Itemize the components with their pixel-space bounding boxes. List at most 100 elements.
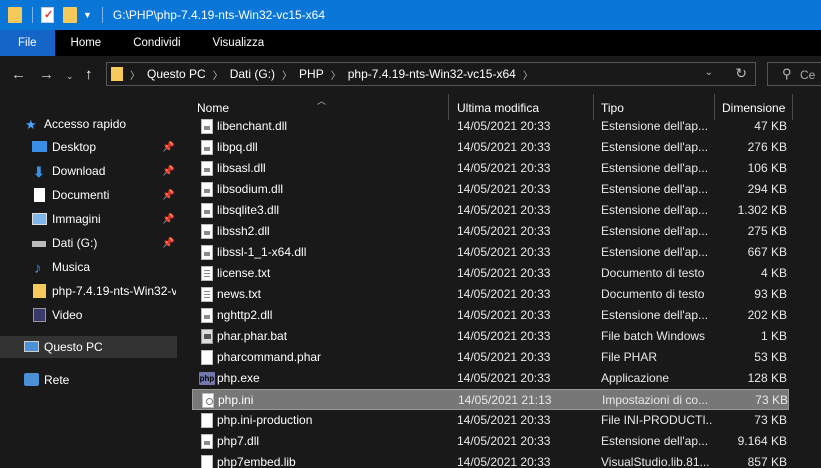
file-row[interactable]: license.txt 14/05/2021 20:33 Documento di …	[192, 263, 789, 284]
file-type: Applicazione	[601, 371, 670, 385]
file-row[interactable]: libssl-1_1-x64.dll 14/05/2021 20:33 Estens…	[192, 242, 789, 263]
file-date: 14/05/2021 20:33	[457, 329, 551, 343]
forward-arrow-icon[interactable]: →	[39, 66, 54, 83]
breadcrumb-separator-icon[interactable]: 〉	[282, 67, 292, 82]
file-row[interactable]: news.txt 14/05/2021 20:33 Documento di tes…	[192, 284, 789, 305]
file-size: 9.164 KB	[737, 434, 787, 448]
search-input[interactable]: ⚲ Ce	[767, 62, 821, 86]
sidebar-item-immagini[interactable]: Immagini 📌	[0, 208, 177, 230]
file-row[interactable]: php.ini 14/05/2021 21:13 Impostazioni di c…	[192, 389, 789, 410]
breadcrumb-questo-pc[interactable]: Questo PC	[147, 67, 206, 81]
sidebar-item-dati-g[interactable]: Dati (G:) 📌	[0, 232, 177, 254]
sidebar-item-musica[interactable]: ♪ Musica	[0, 256, 177, 278]
new-folder-icon[interactable]	[63, 7, 77, 23]
breadcrumb-separator-icon[interactable]: 〉	[523, 67, 533, 82]
breadcrumb-dati-g[interactable]: Dati (G:)	[230, 67, 275, 81]
dll-file-icon	[201, 119, 213, 134]
refresh-icon[interactable]: ↻	[735, 65, 747, 82]
file-row[interactable]: libenchant.dll 14/05/2021 20:33 Estensione…	[192, 116, 789, 137]
address-bar[interactable]: 〉 Questo PC 〉 Dati (G:) 〉 PHP 〉 php-7.4.…	[106, 62, 756, 86]
file-size: 1.302 KB	[737, 203, 787, 217]
download-arrow-icon: ⬇	[33, 164, 45, 180]
sidebar-item-accesso-rapido[interactable]: ★ Accesso rapido	[0, 113, 177, 135]
back-arrow-icon[interactable]: ←	[11, 66, 26, 83]
sidebar-item-questo-pc[interactable]: Questo PC	[0, 336, 177, 358]
file-row[interactable]: php7.dll 14/05/2021 20:33 Estensione dell'…	[192, 431, 789, 452]
quick-access-toolbar-chevron-icon[interactable]: ▼	[83, 10, 92, 20]
file-name: php.ini	[218, 393, 254, 407]
breadcrumb-separator-icon[interactable]: 〉	[213, 67, 223, 82]
file-date: 14/05/2021 20:33	[457, 119, 551, 133]
recent-locations-chevron-icon[interactable]: ⌄	[66, 71, 74, 82]
file-type: Impostazioni di co...	[602, 393, 709, 407]
sidebar-item-label: Download	[52, 164, 106, 178]
tab-home[interactable]: Home	[55, 30, 118, 56]
file-size: 202 KB	[747, 308, 787, 322]
breadcrumb-current-folder[interactable]: php-7.4.19-nts-Win32-vc15-x64	[348, 67, 516, 81]
tab-condividi[interactable]: Condividi	[117, 30, 196, 56]
pin-icon[interactable]: 📌	[162, 214, 174, 225]
dll-file-icon	[201, 434, 213, 449]
up-arrow-icon[interactable]: ↑	[85, 66, 93, 83]
dll-file-icon	[201, 203, 213, 218]
sidebar-item-download[interactable]: ⬇ Download 📌	[0, 160, 177, 182]
column-divider[interactable]	[792, 94, 793, 120]
sidebar-item-php-folder[interactable]: php-7.4.19-nts-Win32-v	[0, 280, 177, 302]
sidebar-item-documenti[interactable]: Documenti 📌	[0, 184, 177, 206]
file-row[interactable]: php php.exe 14/05/2021 20:33 Applicazione 12…	[192, 368, 789, 389]
file-size: 53 KB	[754, 350, 787, 364]
title-bar: ▼ G:\PHP\php-7.4.19-nts-Win32-vc15-x64	[0, 0, 821, 30]
pin-icon[interactable]: 📌	[162, 142, 174, 153]
pin-icon[interactable]: 📌	[162, 190, 174, 201]
file-type: Estensione dell'ap...	[601, 140, 709, 154]
sidebar-item-desktop[interactable]: Desktop 📌	[0, 136, 177, 158]
pin-icon[interactable]: 📌	[162, 166, 174, 177]
column-header-type[interactable]: Tipo	[601, 98, 624, 118]
column-header-date[interactable]: Ultima modifica	[457, 98, 539, 118]
file-size: 275 KB	[747, 224, 787, 238]
file-row[interactable]: pharcommand.phar 14/05/2021 20:33 File PHA…	[192, 347, 789, 368]
address-dropdown-chevron-icon[interactable]: ⌄	[705, 67, 713, 78]
batch-file-icon	[201, 329, 213, 344]
file-row[interactable]: libsqlite3.dll 14/05/2021 20:33 Estensione…	[192, 200, 789, 221]
file-name: phar.phar.bat	[217, 329, 288, 343]
file-name: libsqlite3.dll	[217, 203, 280, 217]
breadcrumb-separator-icon[interactable]: 〉	[130, 67, 140, 82]
file-row[interactable]: libsasl.dll 14/05/2021 20:33 Estensione de…	[192, 158, 789, 179]
sidebar-item-label: Rete	[44, 373, 70, 387]
document-icon	[34, 188, 45, 202]
file-name: php7embed.lib	[217, 455, 296, 468]
file-size: 128 KB	[747, 371, 787, 385]
video-icon	[33, 308, 46, 322]
file-date: 14/05/2021 20:33	[457, 287, 551, 301]
file-type: Estensione dell'ap...	[601, 308, 709, 322]
sidebar-item-video[interactable]: Video	[0, 304, 177, 326]
pin-icon[interactable]: 📌	[162, 238, 174, 249]
column-header-name[interactable]: Nome	[197, 98, 229, 118]
file-date: 14/05/2021 20:33	[457, 266, 551, 280]
file-row[interactable]: php.ini-production 14/05/2021 20:33 File I…	[192, 410, 789, 431]
text-file-icon	[201, 266, 213, 281]
file-row[interactable]: php7embed.lib 14/05/2021 20:33 VisualStudi…	[192, 452, 789, 468]
file-row[interactable]: nghttp2.dll 14/05/2021 20:33 Estensione de…	[192, 305, 789, 326]
file-type: VisualStudio.lib.81...	[601, 455, 710, 468]
sidebar-item-rete[interactable]: Rete	[0, 369, 177, 391]
star-icon: ★	[25, 117, 37, 132]
column-header-size[interactable]: Dimensione	[722, 98, 785, 118]
file-row[interactable]: libssh2.dll 14/05/2021 20:33 Estensione de…	[192, 221, 789, 242]
file-list: ︿ Nome Ultima modifica Tipo Dimensione l…	[177, 94, 821, 468]
dll-file-icon	[201, 224, 213, 239]
file-date: 14/05/2021 20:33	[457, 350, 551, 364]
properties-icon[interactable]	[41, 7, 55, 23]
file-name: libssl-1_1-x64.dll	[217, 245, 307, 259]
tab-visualizza[interactable]: Visualizza	[197, 30, 281, 56]
file-size: 857 KB	[747, 455, 787, 468]
file-name: license.txt	[217, 266, 271, 280]
file-row[interactable]: libpq.dll 14/05/2021 20:33 Estensione dell…	[192, 137, 789, 158]
file-row[interactable]: phar.phar.bat 14/05/2021 20:33 File batch …	[192, 326, 789, 347]
file-row[interactable]: libsodium.dll 14/05/2021 20:33 Estensione …	[192, 179, 789, 200]
breadcrumb-separator-icon[interactable]: 〉	[331, 67, 341, 82]
tab-file[interactable]: File	[0, 30, 55, 56]
breadcrumb-php[interactable]: PHP	[299, 67, 324, 81]
file-type: File INI-PRODUCTI...	[601, 413, 713, 427]
